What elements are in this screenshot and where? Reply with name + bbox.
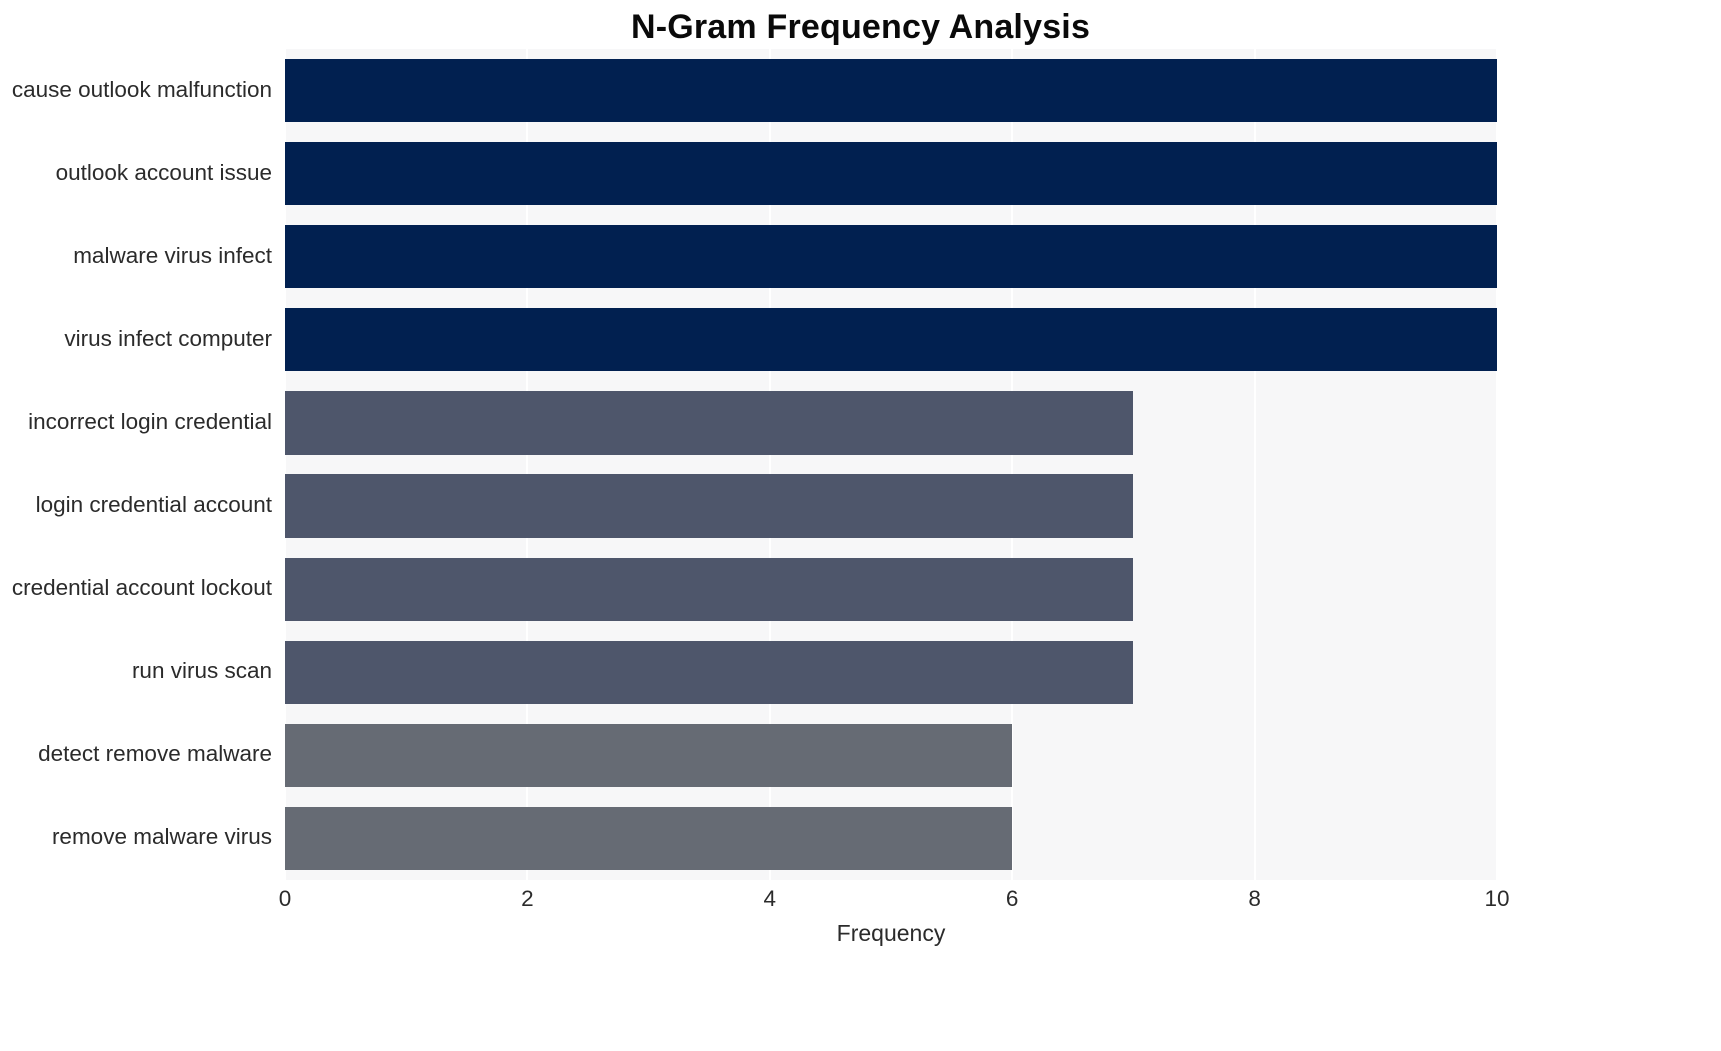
y-axis-label: remove malware virus: [51, 824, 272, 850]
ngram-frequency-chart: N-Gram Frequency Analysis cause outlook …: [0, 0, 1721, 1051]
y-axis-label: incorrect login credential: [28, 408, 272, 434]
x-tick-label: 6: [1005, 886, 1019, 911]
bar[interactable]: [285, 557, 1134, 621]
y-axis-label: detect remove malware: [38, 741, 272, 767]
bar[interactable]: [285, 806, 1013, 870]
x-tick-label: 10: [1484, 886, 1510, 911]
plot-area: [284, 49, 1498, 880]
chart-title: N-Gram Frequency Analysis: [630, 8, 1091, 46]
x-axis-tick-labels: 0 2 4 6 8 10: [279, 886, 1510, 922]
x-tick-label: 4: [763, 886, 777, 911]
bars-layer: [285, 49, 1497, 880]
bar[interactable]: [285, 391, 1134, 455]
x-tick-label: 8: [1248, 886, 1261, 911]
bar[interactable]: [285, 640, 1134, 704]
y-axis-label: malware virus infect: [73, 242, 272, 268]
x-tick-label: 0: [278, 886, 292, 911]
y-axis-label: virus infect computer: [64, 325, 272, 351]
y-axis-label: cause outlook malfunction: [11, 76, 272, 102]
bar[interactable]: [285, 225, 1497, 289]
bar[interactable]: [285, 308, 1497, 372]
bar[interactable]: [285, 142, 1497, 206]
x-tick-label: 2: [521, 886, 534, 911]
y-axis-label: login credential account: [35, 492, 272, 518]
y-axis-label: credential account lockout: [11, 575, 272, 601]
bar[interactable]: [285, 58, 1497, 123]
y-axis-label: run virus scan: [131, 658, 272, 684]
x-axis-title: Frequency: [836, 920, 946, 946]
y-axis-label: outlook account issue: [55, 159, 272, 185]
bar[interactable]: [285, 474, 1134, 538]
y-axis-category-labels: cause outlook malfunction outlook account…: [0, 49, 272, 880]
bar[interactable]: [285, 723, 1013, 787]
